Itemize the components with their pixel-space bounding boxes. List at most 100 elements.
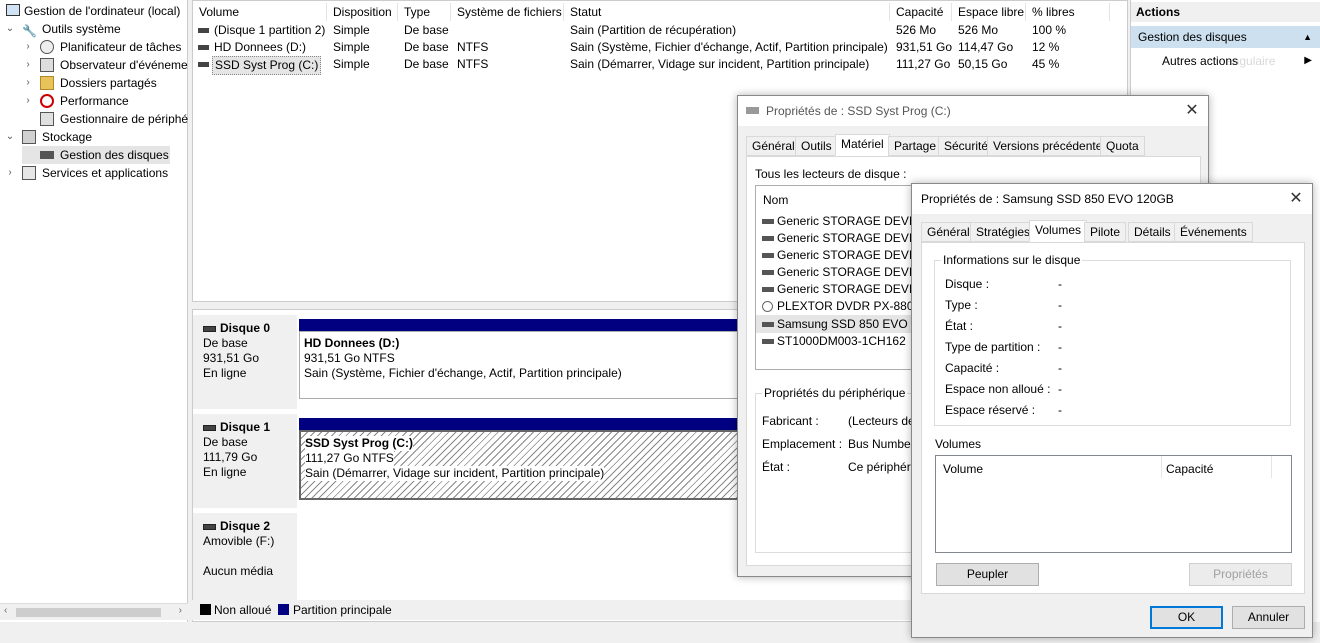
col-header-free[interactable]: Espace libre — [952, 3, 1026, 21]
tree-item-planificateur[interactable]: › Planificateur de tâches — [22, 38, 188, 56]
disk-icon — [762, 236, 774, 242]
tab-partage[interactable]: Partage — [888, 136, 943, 156]
drive-icon — [746, 107, 759, 114]
legend-unallocated-swatch — [200, 604, 211, 615]
tab-strip: Général Outils Matériel Partage Sécurité… — [746, 134, 1202, 158]
tree-item-dossiers[interactable]: › Dossiers partagés — [22, 74, 188, 92]
close-icon[interactable]: ✕ — [1176, 96, 1208, 126]
tab-general[interactable]: Général — [921, 222, 976, 242]
drive-item[interactable]: PLEXTOR DVDR PX-880S — [762, 299, 922, 313]
optical-drive-icon — [762, 301, 773, 313]
tab-strip: Général Stratégies Volumes Pilote Détail… — [921, 220, 1305, 244]
chevron-right-icon[interactable]: › — [22, 92, 34, 110]
tab-strategies[interactable]: Stratégies — [970, 222, 1037, 242]
tab-pilote[interactable]: Pilote — [1084, 222, 1127, 242]
disk-info-group: Informations sur le disque Disque :- Typ… — [934, 253, 1291, 426]
drive-item-selected[interactable]: Samsung SSD 850 EVO 120 — [756, 315, 924, 333]
close-icon[interactable]: ✕ — [1280, 184, 1312, 214]
tab-quota[interactable]: Quota — [1100, 136, 1145, 156]
tab-details[interactable]: Détails — [1128, 222, 1177, 242]
volume-icon — [198, 45, 209, 50]
chevron-right-icon[interactable]: › — [22, 56, 34, 74]
ok-button[interactable]: OK — [1150, 606, 1223, 629]
disk-icon — [762, 270, 774, 276]
scroll-right-icon[interactable]: › — [179, 605, 182, 616]
submenu-arrow-icon: ▶ — [1304, 55, 1312, 66]
disk-icon — [203, 325, 216, 332]
chevron-down-icon[interactable]: ⌄ — [4, 20, 16, 38]
performance-icon — [40, 94, 54, 108]
tab-versions[interactable]: Versions précédentes — [987, 136, 1115, 156]
tab-panel-volumes: Informations sur le disque Disque :- Typ… — [921, 242, 1305, 594]
volume-row[interactable]: (Disque 1 partition 2) Simple De base Sa… — [193, 22, 1123, 39]
tree-item-performance[interactable]: › Performance — [22, 92, 188, 110]
volume-row[interactable]: SSD Syst Prog (C:) Simple De base NTFS S… — [193, 56, 1123, 75]
chevron-right-icon[interactable]: › — [22, 38, 34, 56]
tab-general[interactable]: Général — [746, 136, 801, 156]
volume-row[interactable]: HD Donnees (D:) Simple De base NTFS Sain… — [193, 39, 1123, 56]
tree-item-observateur[interactable]: › Observateur d'événeme — [22, 56, 188, 74]
disk-icon — [40, 151, 54, 159]
tree-item-outils[interactable]: ⌄ 🔧 Outils système — [4, 20, 184, 38]
collapse-up-icon[interactable]: ▲ — [1303, 26, 1312, 48]
col-header-pct[interactable]: % libres — [1026, 3, 1110, 21]
chevron-right-icon[interactable]: › — [22, 74, 34, 92]
drive-item[interactable]: Generic STORAGE DEVICE — [762, 282, 924, 296]
drive-item[interactable]: ST1000DM003-1CH162 — [762, 334, 906, 348]
tab-volumes[interactable]: Volumes — [1029, 220, 1088, 242]
tree-item-gestion-disques[interactable]: Gestion des disques — [22, 146, 170, 164]
disk-icon — [762, 339, 774, 345]
col-header-status[interactable]: Statut — [564, 3, 890, 21]
col-header-capacity[interactable]: Capacité — [1162, 456, 1272, 478]
disk-1-header[interactable]: Disque 1 De base 111,79 Go En ligne — [193, 414, 297, 508]
services-icon — [22, 166, 36, 180]
chevron-down-icon[interactable]: ⌄ — [4, 128, 16, 146]
volumes-list[interactable]: Volume Capacité — [935, 455, 1292, 553]
disk-0-header[interactable]: Disque 0 De base 931,51 Go En ligne — [193, 315, 297, 409]
disk-icon — [762, 322, 774, 328]
event-viewer-icon — [40, 58, 54, 72]
disk-icon — [203, 523, 216, 530]
cancel-button[interactable]: Annuler — [1232, 606, 1305, 629]
console-tree: Gestion de l'ordinateur (local) ⌄ 🔧 Outi… — [0, 0, 188, 622]
col-header-volume[interactable]: Volume — [193, 3, 327, 21]
legend-primary-swatch — [278, 604, 289, 615]
storage-icon — [22, 130, 36, 144]
volume-icon — [198, 28, 209, 33]
col-header-capacity[interactable]: Capacité — [890, 3, 952, 21]
drive-item[interactable]: Generic STORAGE DEVICE — [762, 248, 924, 262]
tab-evenements[interactable]: Événements — [1174, 222, 1253, 242]
tree-item-gestionnaire[interactable]: Gestionnaire de périphé — [22, 110, 188, 128]
drive-item[interactable]: Generic STORAGE DEVICE — [762, 214, 924, 228]
populate-button[interactable]: Peupler — [936, 563, 1039, 586]
disk-icon — [762, 219, 774, 225]
dialog-samsung-properties: Propriétés de : Samsung SSD 850 EVO 120G… — [911, 183, 1313, 638]
drives-list[interactable]: Nom Generic STORAGE DEVICE Generic STORA… — [755, 185, 925, 370]
col-header-volume[interactable]: Volume — [936, 456, 1162, 478]
drive-item[interactable]: Generic STORAGE DEVICE — [762, 265, 924, 279]
drive-item[interactable]: Generic STORAGE DEVICE — [762, 231, 924, 245]
device-properties-group: Propriétés du périphérique Fabricant : (… — [755, 386, 927, 553]
disk-icon — [762, 253, 774, 259]
more-actions-item[interactable]: angulaire Autres actions ▶ — [1131, 50, 1320, 72]
dialog-title-bar[interactable]: Propriétés de : SSD Syst Prog (C:) ✕ — [738, 96, 1208, 126]
tab-materiel[interactable]: Matériel — [835, 134, 890, 156]
shared-folder-icon — [40, 76, 54, 90]
col-header-fs[interactable]: Système de fichiers — [451, 3, 564, 21]
chevron-right-icon[interactable]: › — [4, 164, 16, 182]
tab-securite[interactable]: Sécurité — [938, 136, 995, 156]
disk-icon — [203, 424, 216, 431]
tree-horizontal-scrollbar[interactable]: ‹ › — [0, 603, 188, 620]
tab-outils[interactable]: Outils — [795, 136, 838, 156]
scrollbar-thumb[interactable] — [16, 608, 161, 617]
col-header-type[interactable]: Type — [398, 3, 451, 21]
scroll-left-icon[interactable]: ‹ — [4, 605, 7, 616]
computer-icon — [6, 4, 20, 16]
properties-button[interactable]: Propriétés — [1189, 563, 1292, 586]
actions-section-disk-management[interactable]: Gestion des disques ▲ — [1131, 26, 1320, 48]
disk-2-header[interactable]: Disque 2 Amovible (F:) Aucun média — [193, 513, 297, 613]
device-manager-icon — [40, 112, 54, 126]
col-header-disposition[interactable]: Disposition — [327, 3, 398, 21]
disk-icon — [762, 287, 774, 293]
dialog-title-bar[interactable]: Propriétés de : Samsung SSD 850 EVO 120G… — [912, 184, 1312, 214]
